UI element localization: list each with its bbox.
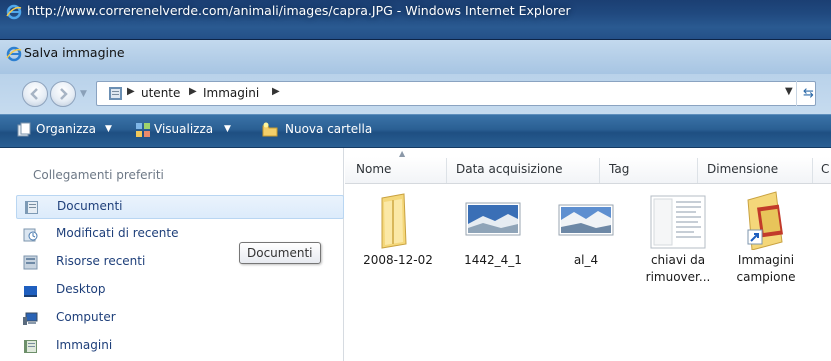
dialog-title: Salva immagine	[24, 45, 125, 60]
organize-button[interactable]: Organizza	[36, 122, 96, 136]
back-button[interactable]	[22, 81, 48, 107]
folder-location-icon	[109, 87, 122, 100]
file-name: chiavi da rimuover...	[638, 252, 718, 286]
forward-button[interactable]	[50, 81, 76, 107]
window-title: http://www.correrenelverde.com/animali/i…	[27, 3, 571, 18]
column-divider[interactable]	[812, 158, 813, 183]
internet-explorer-icon	[6, 46, 22, 62]
chevron-right-icon[interactable]: ▶	[272, 86, 280, 97]
sidebar-item-desktop[interactable]: Desktop	[16, 279, 344, 303]
views-icon	[136, 123, 150, 137]
favorite-links-header: Collegamenti preferiti	[33, 168, 164, 182]
sidebar-item-documenti[interactable]: Documenti	[16, 195, 344, 219]
sidebar-item-computer[interactable]: Computer	[16, 307, 344, 331]
breadcrumb-immagini[interactable]: Immagini	[203, 86, 259, 100]
file-item-image[interactable]: al_4	[546, 190, 626, 300]
column-header-c[interactable]: C	[821, 162, 829, 176]
forward-arrow-icon	[60, 88, 68, 100]
tooltip: Documenti	[239, 242, 321, 264]
refresh-button[interactable]: ⇆	[796, 81, 820, 106]
column-divider[interactable]	[697, 158, 698, 183]
sort-ascending-icon: ▲	[399, 149, 406, 158]
file-name: 1442_4_1	[464, 253, 522, 267]
title-bar: http://www.correrenelverde.com/animali/i…	[0, 0, 831, 40]
file-name-line: campione	[736, 270, 796, 284]
chevron-right-icon[interactable]: ▶	[127, 86, 135, 97]
organize-icon	[17, 122, 31, 137]
file-item-image[interactable]: 1442_4_1	[453, 190, 533, 300]
views-button[interactable]: Visualizza	[154, 122, 213, 136]
computer-icon	[23, 312, 38, 325]
column-header-dimensione[interactable]: Dimensione	[707, 162, 778, 176]
chevron-right-icon[interactable]: ▶	[189, 86, 197, 97]
file-item-folder[interactable]: 2008-12-02	[358, 190, 438, 300]
file-name-line: chiavi da	[650, 253, 706, 267]
recent-changed-icon	[23, 228, 38, 242]
file-name: 2008-12-02	[363, 253, 433, 267]
file-name: Immagini campione	[726, 252, 806, 286]
column-header-nome[interactable]: Nome	[356, 162, 391, 176]
organize-dropdown-icon[interactable]: ▼	[105, 124, 112, 134]
sidebar-item-label: Desktop	[56, 282, 106, 296]
recent-pages-dropdown-icon[interactable]: ▼	[80, 89, 87, 99]
sidebar-item-immagini[interactable]: Immagini	[16, 335, 344, 359]
sidebar-item-label: Modificati di recente	[56, 226, 179, 240]
desktop-icon	[24, 286, 37, 297]
column-divider[interactable]	[599, 158, 600, 183]
pictures-icon	[24, 340, 37, 353]
address-dropdown-icon[interactable]: ▼	[785, 86, 793, 97]
folder-icon	[381, 193, 407, 249]
recent-items-icon	[23, 255, 38, 270]
new-folder-button[interactable]: Nuova cartella	[285, 122, 372, 136]
command-toolbar	[0, 114, 831, 148]
image-thumbnail	[558, 204, 614, 236]
file-name-line: Immagini	[737, 253, 795, 267]
file-name: al_4	[573, 253, 599, 267]
new-folder-icon	[262, 122, 278, 137]
column-header-data-acquisizione[interactable]: Data acquisizione	[456, 162, 563, 176]
sidebar-item-label: Computer	[56, 310, 116, 324]
views-dropdown-icon[interactable]: ▼	[224, 124, 231, 134]
file-item-document[interactable]: chiavi da rimuover...	[638, 190, 718, 300]
column-header-tag[interactable]: Tag	[609, 162, 629, 176]
sidebar-item-label: Documenti	[57, 199, 123, 213]
back-arrow-icon	[30, 88, 38, 100]
sidebar-item-label: Risorse recenti	[56, 254, 146, 268]
shortcut-folder-icon	[747, 191, 783, 250]
refresh-icon: ⇆	[803, 86, 814, 101]
file-item-shortcut-folder[interactable]: Immagini campione	[726, 190, 806, 300]
breadcrumb-utente[interactable]: utente	[141, 86, 180, 100]
document-thumbnail	[650, 195, 706, 249]
internet-explorer-icon	[6, 4, 22, 20]
image-thumbnail	[465, 202, 521, 236]
file-name-line: rimuover...	[645, 270, 711, 284]
sidebar-item-label: Immagini	[56, 338, 113, 352]
documents-icon	[25, 201, 38, 214]
column-divider[interactable]	[446, 158, 447, 183]
